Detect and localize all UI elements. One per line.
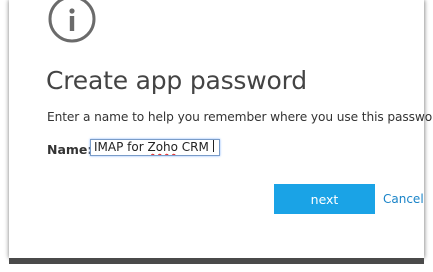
name-input[interactable]: IMAP for Zoho CRM (90, 139, 220, 156)
dialog-bottom-border (9, 258, 424, 264)
dialog-description: Enter a name to help you remember where … (47, 110, 433, 124)
name-input-text-prefix: IMAP for (94, 140, 148, 154)
app-password-dialog: Create app password Enter a name to help… (9, 0, 433, 258)
next-button[interactable]: next (274, 184, 375, 214)
cancel-link[interactable]: Cancel (383, 192, 424, 206)
text-caret (212, 140, 214, 152)
info-icon (48, 0, 96, 43)
name-label: Name: (47, 142, 93, 157)
dialog-title: Create app password (46, 66, 307, 95)
name-input-text-suffix: CRM (177, 140, 209, 154)
page: Create app password Enter a name to help… (0, 0, 433, 272)
name-input-misspelled-word: Zoho (147, 140, 178, 154)
